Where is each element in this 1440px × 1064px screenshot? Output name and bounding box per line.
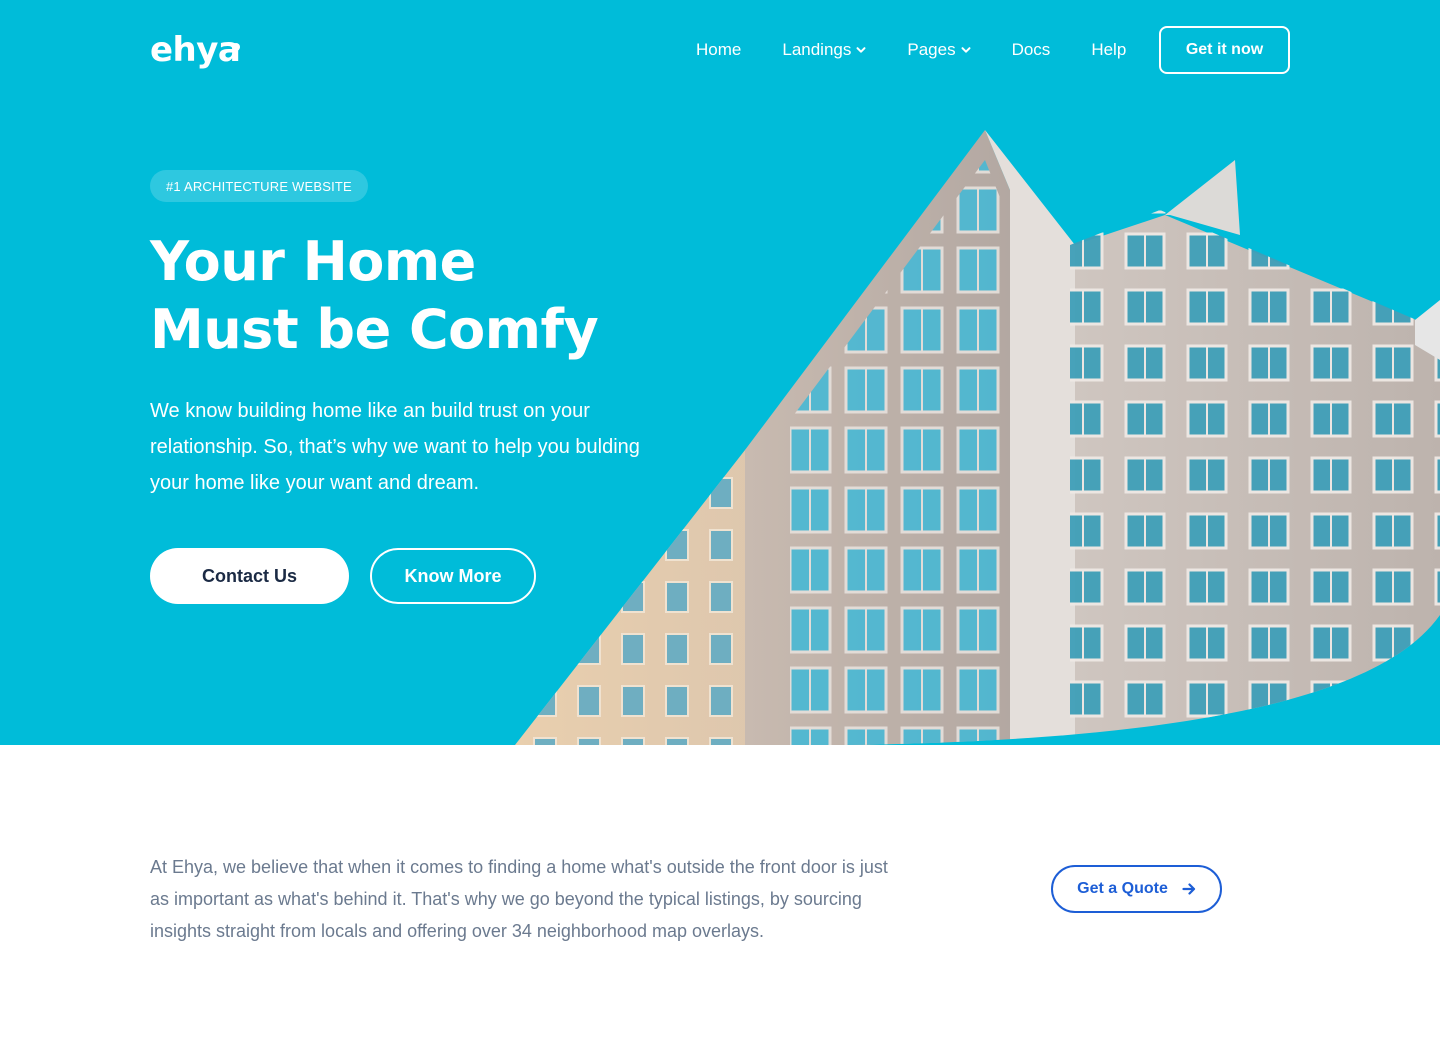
brand-logo[interactable]: ehya <box>150 30 241 70</box>
know-more-button[interactable]: Know More <box>370 548 536 604</box>
hero-building-image <box>515 130 1440 745</box>
nav-item-label: Docs <box>1011 40 1051 59</box>
logo-dot-icon <box>232 43 240 51</box>
nav-item-label: Help <box>1091 40 1127 59</box>
hero-section: ehya Home Landings Pages Docs Help Get i… <box>0 0 1440 745</box>
get-a-quote-button[interactable]: Get a Quote <box>1051 865 1222 913</box>
nav-item-home[interactable]: Home <box>696 38 741 62</box>
nav-item-pages[interactable]: Pages <box>907 38 971 62</box>
nav-links: Home Landings Pages Docs Help <box>696 38 1167 62</box>
chevron-down-icon <box>961 47 971 53</box>
hero-description: We know building home like an build trus… <box>150 400 640 494</box>
contact-us-button[interactable]: Contact Us <box>150 548 349 604</box>
hero-title-line-1: Your Home <box>150 230 476 293</box>
arrow-right-icon <box>1182 883 1195 895</box>
hero-title: Your Home Must be Comfy <box>150 228 710 364</box>
nav-item-label: Pages <box>907 40 956 59</box>
hero-title-line-2: Must be Comfy <box>150 298 599 361</box>
nav-item-docs[interactable]: Docs <box>1012 38 1051 62</box>
get-it-now-button[interactable]: Get it now <box>1159 26 1290 74</box>
top-navbar: ehya Home Landings Pages Docs Help Get i… <box>0 0 1440 100</box>
nav-item-landings[interactable]: Landings <box>782 38 866 62</box>
hero-badge: #1 ARCHITECTURE WEBSITE <box>150 170 368 202</box>
nav-item-label: Home <box>696 40 742 59</box>
nav-item-label: Landings <box>782 40 852 59</box>
get-a-quote-label: Get a Quote <box>1077 880 1168 897</box>
nav-item-help[interactable]: Help <box>1091 38 1126 62</box>
chevron-down-icon <box>856 47 866 53</box>
about-description: At Ehya, we believe that when it comes t… <box>150 857 888 941</box>
